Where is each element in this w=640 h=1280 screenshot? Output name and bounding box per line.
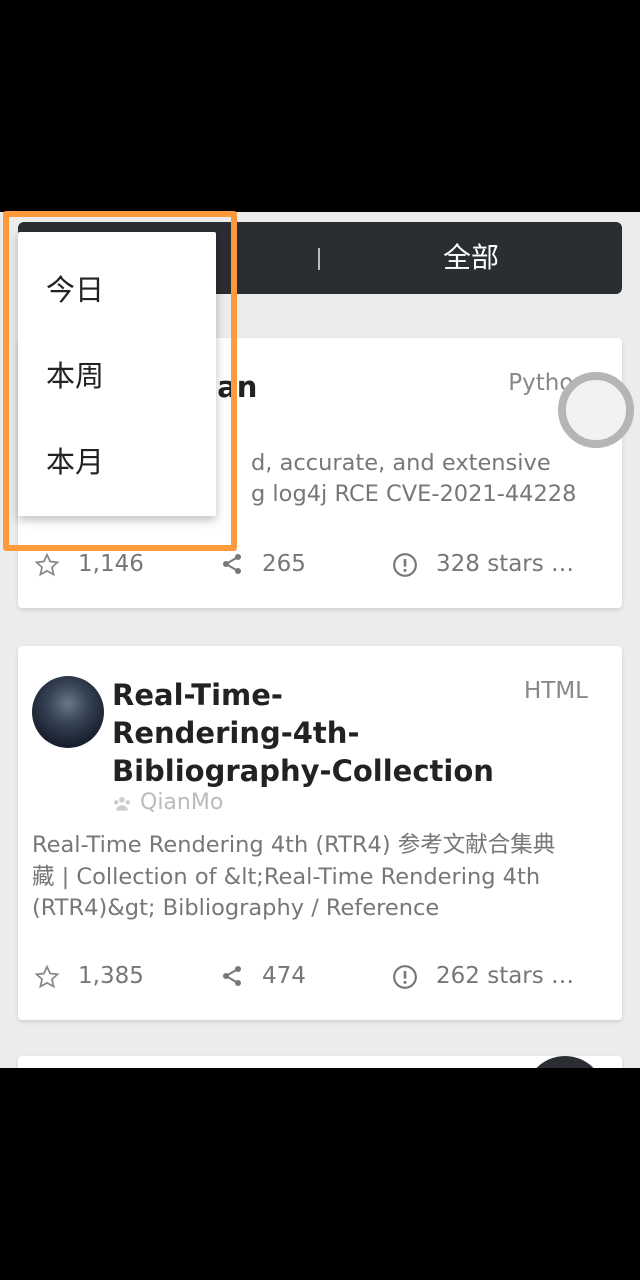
repo-description-line: d, accurate, and extensive — [251, 450, 551, 476]
repo-language: HTML — [523, 678, 588, 704]
repo-description-line: Real-Time Rendering 4th (RTR4) 参考文献合集典 — [32, 832, 556, 858]
stars-count: 1,385 — [78, 963, 144, 989]
share-icon — [223, 966, 241, 986]
forks-count: 265 — [262, 551, 306, 577]
avatar[interactable] — [32, 676, 104, 748]
dropdown-item-this-week[interactable]: 本周 — [18, 346, 216, 406]
stars-count: 1,146 — [78, 551, 144, 577]
star-icon — [34, 964, 60, 989]
alert-circle-icon — [393, 965, 417, 989]
owner-name[interactable]: QianMo — [140, 790, 223, 815]
filter-all-button[interactable]: 全部 — [336, 222, 606, 294]
star-icon — [34, 552, 60, 577]
issues-text: 262 stars … — [436, 963, 575, 989]
user-group-icon — [114, 797, 130, 811]
repo-description-line: 藏 | Collection of &lt;Real-Time Renderin… — [32, 864, 541, 890]
repo-stats: 1,146 265 328 stars … — [32, 544, 608, 584]
repo-title-line[interactable]: Rendering-4th- — [112, 714, 359, 752]
repo-title-line[interactable]: Bibliography-Collection — [112, 752, 494, 790]
repo-title-line[interactable]: Real-Time- — [112, 676, 283, 714]
alert-circle-icon — [393, 553, 417, 577]
filter-divider — [318, 248, 320, 270]
time-range-dropdown: 今日 本周 本月 — [18, 232, 216, 516]
dropdown-item-this-month[interactable]: 本月 — [18, 432, 216, 492]
repo-card[interactable]: Real-Time- Rendering-4th- Bibliography-C… — [18, 646, 622, 1020]
repo-description-line: (RTR4)&gt; Bibliography / Reference — [32, 895, 440, 921]
share-icon — [223, 554, 241, 574]
dropdown-item-today[interactable]: 今日 — [18, 260, 216, 320]
issues-text: 328 stars … — [436, 551, 575, 577]
repo-description-line: g log4j RCE CVE-2021-44228 — [251, 481, 577, 507]
repo-stats: 1,385 474 262 stars … — [32, 956, 608, 996]
repo-card[interactable] — [18, 1056, 622, 1068]
loading-spinner — [558, 372, 634, 448]
forks-count: 474 — [262, 963, 306, 989]
